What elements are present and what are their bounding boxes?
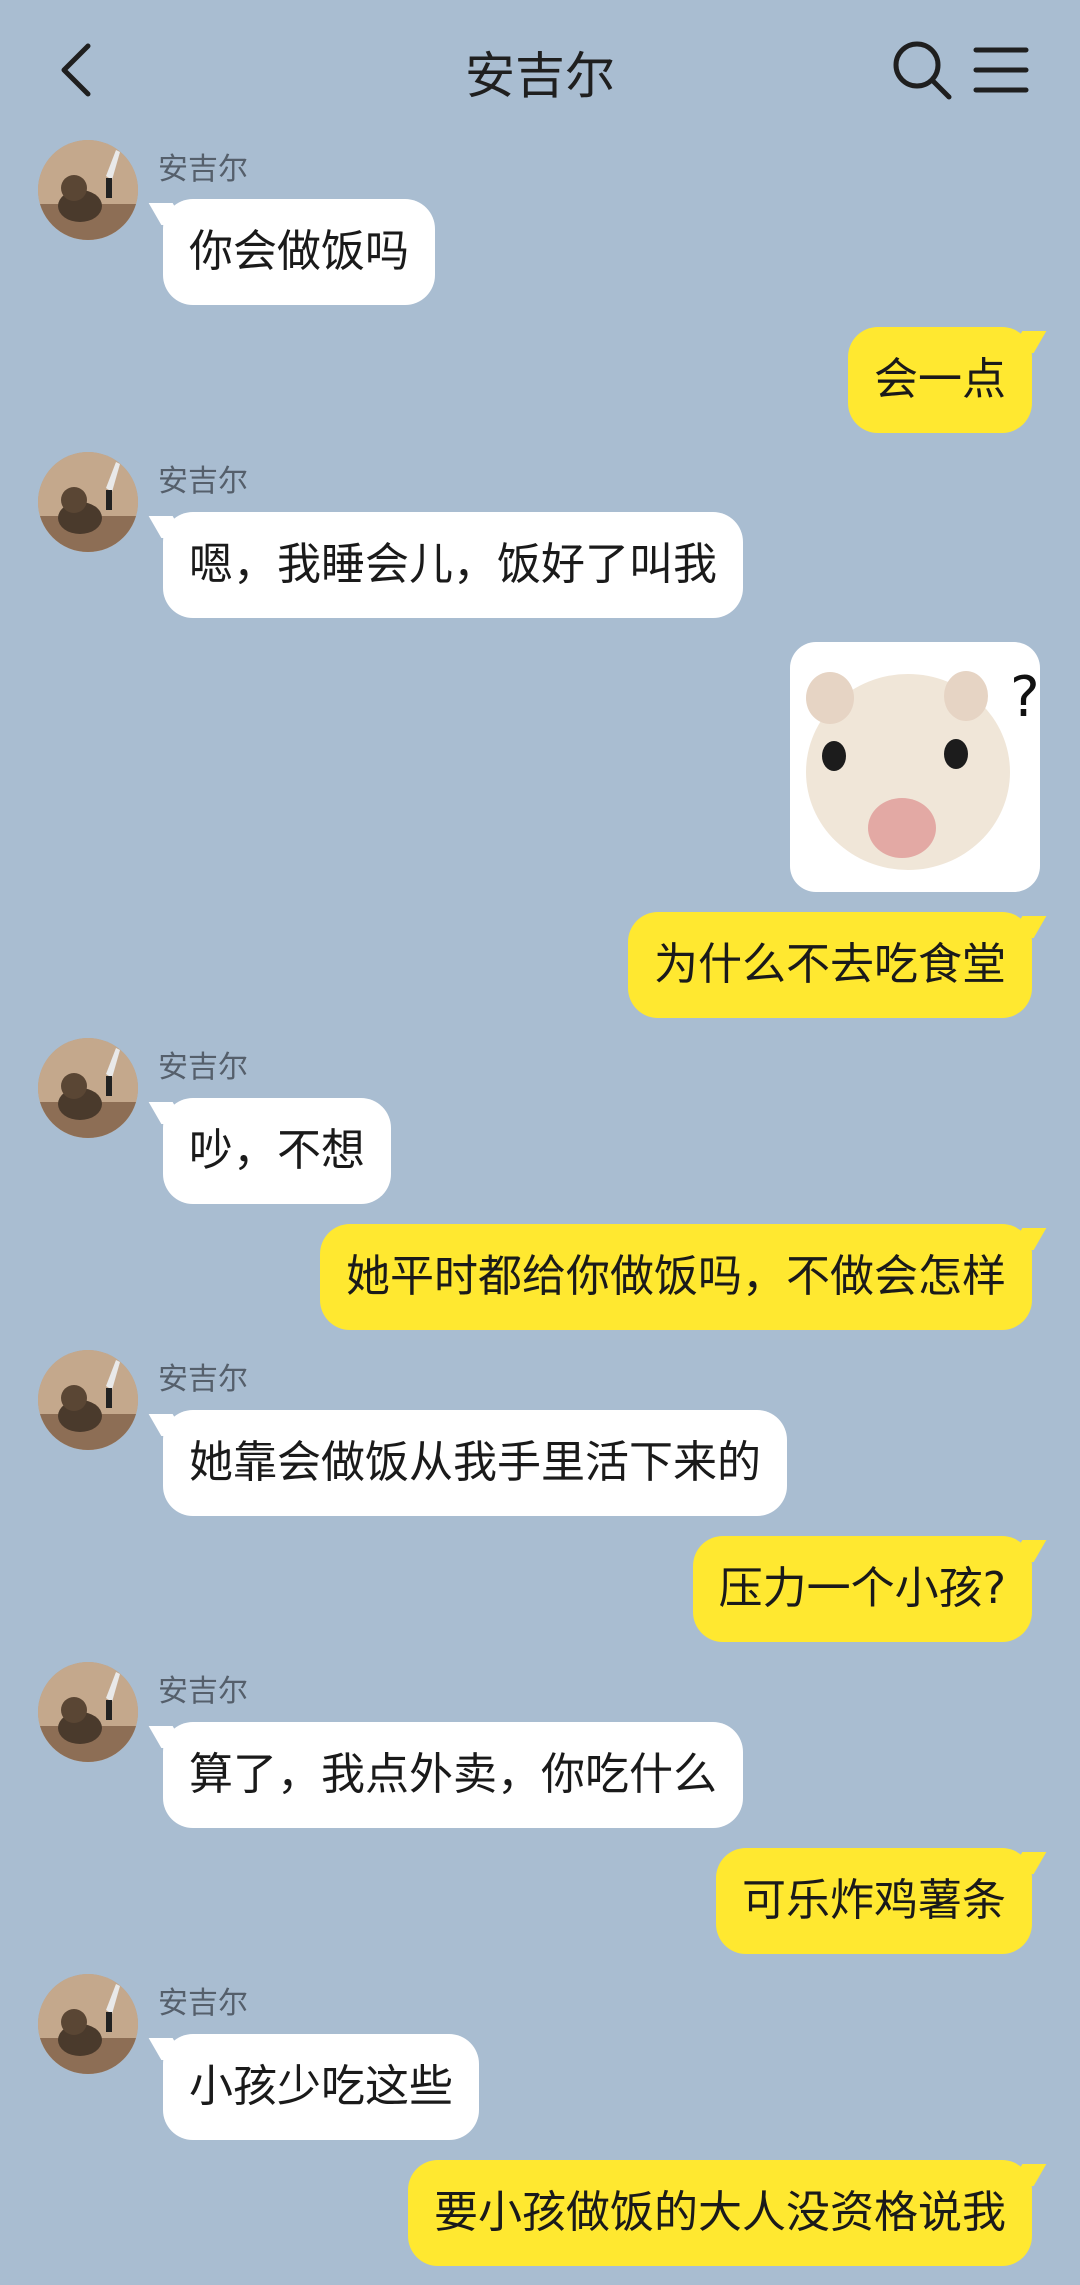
message-bubble-incoming[interactable]: 嗯，我睡会儿，饭好了叫我 [163,512,743,618]
sender-name: 安吉尔 [158,152,248,187]
message-bubble-incoming[interactable]: 算了，我点外卖，你吃什么 [163,1722,743,1828]
avatar[interactable] [38,452,138,552]
message-bubble-outgoing[interactable]: 要小孩做饭的大人没资格说我 [408,2160,1032,2266]
sender-name: 安吉尔 [158,1986,248,2021]
sender-name: 安吉尔 [158,1050,248,1085]
menu-button[interactable] [972,42,1030,98]
message-bubble-outgoing[interactable]: 会一点 [848,327,1032,433]
message-bubble-outgoing[interactable]: 为什么不去吃食堂 [628,912,1032,1018]
cat-avatar-image [38,1662,138,1762]
message-bubble-outgoing[interactable]: 她平时都给你做饭吗，不做会怎样 [320,1224,1032,1330]
avatar[interactable] [38,1038,138,1138]
hamster-question-sticker[interactable]: ? [790,642,1040,892]
cat-avatar-image [38,1974,138,2074]
cat-avatar-image [38,1350,138,1450]
chat-header: 安吉尔 [0,0,1080,140]
avatar[interactable] [38,140,138,240]
search-icon [893,41,952,100]
sender-name: 安吉尔 [158,464,248,499]
cat-avatar-image [38,140,138,240]
avatar[interactable] [38,1974,138,2074]
message-bubble-incoming[interactable]: 她靠会做饭从我手里活下来的 [163,1410,787,1516]
sticker-question-mark: ? [1010,665,1040,730]
message-bubble-outgoing[interactable]: 可乐炸鸡薯条 [716,1848,1032,1954]
sender-name: 安吉尔 [158,1362,248,1397]
menu-icon [973,47,1029,93]
sender-name: 安吉尔 [158,1674,248,1709]
message-bubble-incoming[interactable]: 小孩少吃这些 [163,2034,479,2140]
search-button[interactable] [890,38,954,102]
cat-avatar-image [38,1038,138,1138]
avatar[interactable] [38,1662,138,1762]
message-bubble-outgoing[interactable]: 压力一个小孩? [692,1536,1032,1642]
message-bubble-incoming[interactable]: 你会做饭吗 [163,199,435,305]
avatar[interactable] [38,1350,138,1450]
cat-avatar-image [38,452,138,552]
message-bubble-incoming[interactable]: 吵，不想 [163,1098,391,1204]
hamster-sticker-image: ? [806,665,1040,870]
